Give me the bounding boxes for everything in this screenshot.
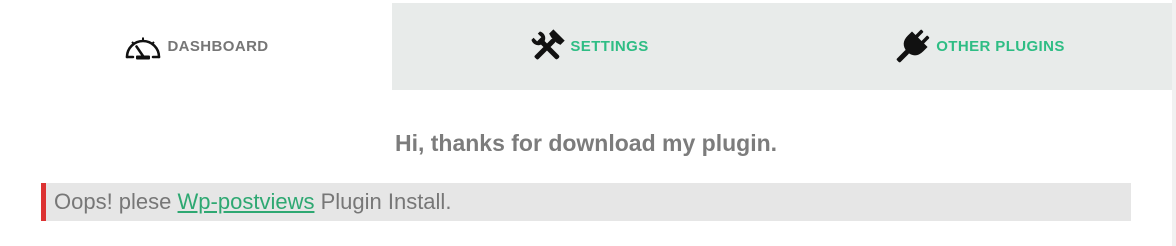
tab-bar: DASHBOARD SETTINGS OTHER PLUGINS [0, 3, 1172, 90]
wp-postviews-link[interactable]: Wp-postviews [178, 189, 315, 215]
notice-suffix: Plugin Install. [320, 189, 452, 214]
error-notice: Oops! plese Wp-postviews Plugin Install. [41, 183, 1131, 221]
plugin-panel: DASHBOARD SETTINGS OTHER PLUGINS Hi, tha… [0, 0, 1172, 246]
tab-other-plugins-label: OTHER PLUGINS [936, 38, 1065, 55]
dashboard-gauge-icon [123, 32, 163, 62]
wrench-hammer-icon [528, 28, 566, 66]
notice-prefix: Oops! plese [54, 189, 172, 214]
tab-settings[interactable]: SETTINGS [392, 3, 785, 90]
tab-dashboard[interactable]: DASHBOARD [0, 3, 392, 90]
page-title: Hi, thanks for download my plugin. [394, 130, 778, 156]
tab-dashboard-label: DASHBOARD [167, 38, 269, 55]
tab-other-plugins[interactable]: OTHER PLUGINS [785, 3, 1172, 90]
tab-settings-label: SETTINGS [570, 38, 649, 55]
plug-icon [892, 28, 932, 66]
